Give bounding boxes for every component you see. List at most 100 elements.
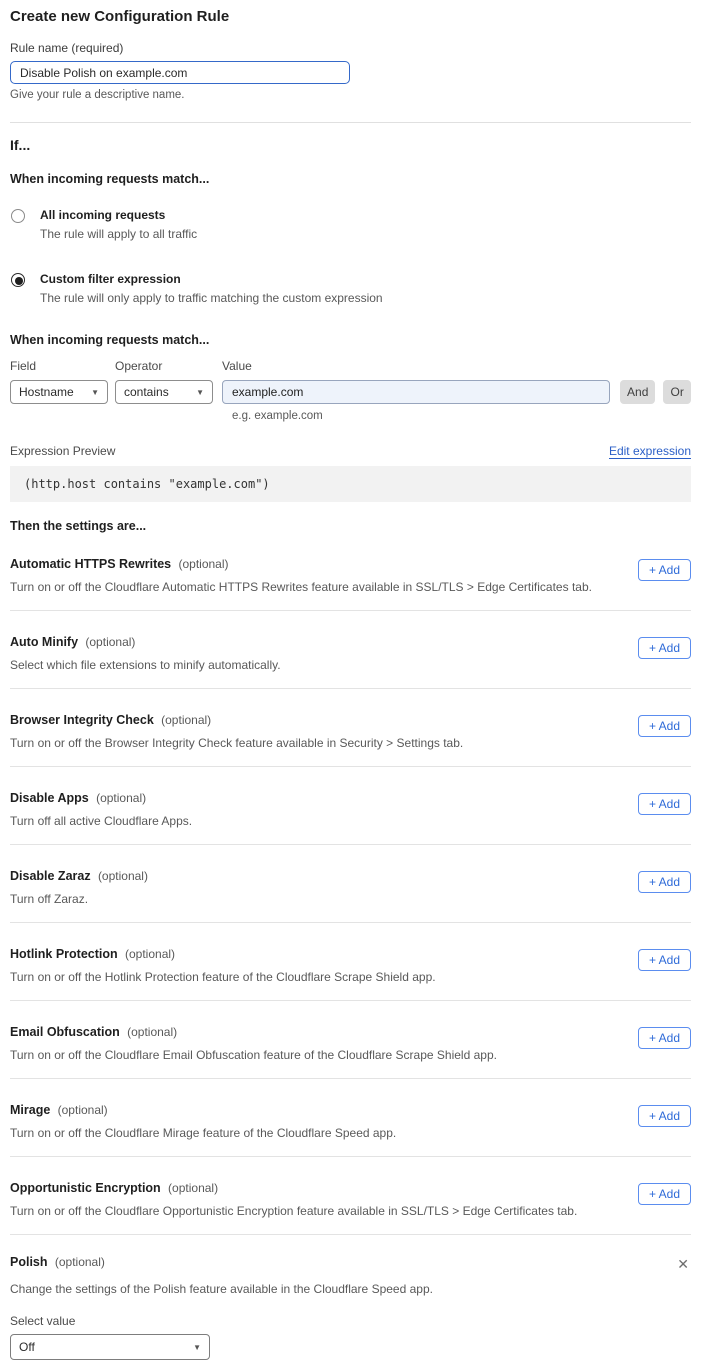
operator-label: Operator — [115, 359, 213, 373]
setting-main: Browser Integrity Check (optional) Turn … — [10, 713, 463, 750]
setting-name: Automatic HTTPS Rewrites — [10, 557, 171, 571]
value-label: Value — [222, 359, 610, 373]
add-setting-button[interactable]: + Add — [638, 637, 691, 659]
value-helper: e.g. example.com — [232, 410, 691, 422]
value-input[interactable] — [222, 380, 610, 404]
setting-main: Mirage (optional) Turn on or off the Clo… — [10, 1103, 396, 1140]
setting-row: Opportunistic Encryption (optional) Turn… — [10, 1157, 691, 1235]
setting-optional-label: (optional) — [178, 557, 228, 571]
setting-name: Hotlink Protection — [10, 947, 118, 961]
setting-main: Auto Minify (optional) Select which file… — [10, 635, 281, 672]
setting-row: Disable Zaraz (optional) Turn off Zaraz.… — [10, 845, 691, 923]
setting-optional-label: (optional) — [98, 869, 148, 883]
select-value-label: Select value — [10, 1314, 691, 1328]
setting-row: Auto Minify (optional) Select which file… — [10, 611, 691, 689]
radio-option[interactable]: All incoming requests The rule will appl… — [10, 198, 691, 250]
if-heading: If... — [10, 137, 691, 153]
setting-title-line: Disable Apps (optional) — [10, 791, 192, 805]
close-icon[interactable]: ✕ — [675, 1255, 691, 1273]
page-title: Create new Configuration Rule — [10, 8, 691, 25]
add-setting-button[interactable]: + Add — [638, 793, 691, 815]
builder-heading: When incoming requests match... — [10, 333, 691, 347]
setting-optional-label: (optional) — [58, 1103, 108, 1117]
polish-value-select[interactable]: Off ▼ — [10, 1334, 210, 1360]
setting-description: Turn on or off the Cloudflare Opportunis… — [10, 1204, 577, 1218]
setting-optional-label: (optional) — [168, 1181, 218, 1195]
setting-name: Auto Minify — [10, 635, 78, 649]
rule-name-input[interactable] — [10, 61, 350, 84]
and-button[interactable]: And — [620, 380, 655, 404]
expression-preview-code: (http.host contains "example.com") — [10, 466, 691, 502]
expression-builder: When incoming requests match... Field Ho… — [10, 333, 691, 422]
polish-header: Polish (optional) ✕ — [10, 1255, 691, 1273]
add-setting-button[interactable]: + Add — [638, 1027, 691, 1049]
then-settings-heading: Then the settings are... — [10, 519, 691, 533]
add-setting-button[interactable]: + Add — [638, 559, 691, 581]
setting-name: Polish — [10, 1255, 48, 1269]
setting-main: Automatic HTTPS Rewrites (optional) Turn… — [10, 557, 592, 594]
rule-name-helper: Give your rule a descriptive name. — [10, 89, 691, 101]
setting-title-line: Hotlink Protection (optional) — [10, 947, 436, 961]
chevron-down-icon: ▼ — [193, 1343, 201, 1352]
or-button[interactable]: Or — [663, 380, 691, 404]
divider — [10, 122, 691, 123]
setting-row: Hotlink Protection (optional) Turn on or… — [10, 923, 691, 1001]
setting-title-line: Automatic HTTPS Rewrites (optional) — [10, 557, 592, 571]
setting-row: Automatic HTTPS Rewrites (optional) Turn… — [10, 533, 691, 611]
radio-option-label: All incoming requests — [40, 208, 197, 222]
setting-main: Email Obfuscation (optional) Turn on or … — [10, 1025, 497, 1062]
builder-row: Field Hostname ▼ Operator contains ▼ Val… — [10, 359, 691, 404]
add-setting-button[interactable]: + Add — [638, 871, 691, 893]
setting-description: Turn on or off the Browser Integrity Che… — [10, 736, 463, 750]
value-column: Value — [222, 359, 610, 404]
add-setting-button[interactable]: + Add — [638, 1183, 691, 1205]
setting-row: Disable Apps (optional) Turn off all act… — [10, 767, 691, 845]
radio-texts: Custom filter expression The rule will o… — [40, 272, 383, 305]
operator-column: Operator contains ▼ — [115, 359, 213, 404]
setting-description: Turn on or off the Cloudflare Email Obfu… — [10, 1048, 497, 1062]
chevron-down-icon: ▼ — [196, 388, 204, 397]
setting-title-line: Disable Zaraz (optional) — [10, 869, 148, 883]
setting-name: Mirage — [10, 1103, 50, 1117]
field-select-value: Hostname — [19, 385, 74, 399]
add-setting-button[interactable]: + Add — [638, 1105, 691, 1127]
setting-description: Turn on or off the Cloudflare Mirage fea… — [10, 1126, 396, 1140]
setting-name: Disable Zaraz — [10, 869, 91, 883]
setting-title-line: Opportunistic Encryption (optional) — [10, 1181, 577, 1195]
polish-description: Change the settings of the Polish featur… — [10, 1282, 691, 1296]
setting-title-line: Email Obfuscation (optional) — [10, 1025, 497, 1039]
setting-name: Opportunistic Encryption — [10, 1181, 161, 1195]
setting-description: Select which file extensions to minify a… — [10, 658, 281, 672]
setting-name: Browser Integrity Check — [10, 713, 154, 727]
setting-optional-label: (optional) — [85, 635, 135, 649]
setting-title-line: Auto Minify (optional) — [10, 635, 281, 649]
field-column: Field Hostname ▼ — [10, 359, 108, 404]
incoming-requests-radio-group: All incoming requests The rule will appl… — [10, 198, 691, 314]
add-setting-button[interactable]: + Add — [638, 715, 691, 737]
radio-button-icon[interactable] — [11, 209, 25, 223]
radio-option-description: The rule will apply to all traffic — [40, 227, 197, 241]
field-select[interactable]: Hostname ▼ — [10, 380, 108, 404]
setting-main: Disable Apps (optional) Turn off all act… — [10, 791, 192, 828]
settings-list: Automatic HTTPS Rewrites (optional) Turn… — [10, 533, 691, 1235]
setting-main: Opportunistic Encryption (optional) Turn… — [10, 1181, 577, 1218]
rule-name-block: Rule name (required) Give your rule a de… — [10, 41, 691, 101]
setting-row: Browser Integrity Check (optional) Turn … — [10, 689, 691, 767]
radio-option-label: Custom filter expression — [40, 272, 383, 286]
radio-option[interactable]: Custom filter expression The rule will o… — [10, 262, 691, 314]
setting-optional-label: (optional) — [55, 1255, 105, 1269]
radio-button-icon[interactable] — [11, 273, 25, 287]
operator-select[interactable]: contains ▼ — [115, 380, 213, 404]
add-setting-button[interactable]: + Add — [638, 949, 691, 971]
match-heading: When incoming requests match... — [10, 172, 691, 186]
setting-description: Turn off all active Cloudflare Apps. — [10, 814, 192, 828]
edit-expression-link[interactable]: Edit expression — [609, 444, 691, 459]
setting-row: Mirage (optional) Turn on or off the Clo… — [10, 1079, 691, 1157]
polish-select-value: Off — [19, 1340, 35, 1354]
expression-preview-header: Expression Preview Edit expression — [10, 444, 691, 459]
polish-title-line: Polish (optional) — [10, 1255, 105, 1269]
create-configuration-rule-page: Create new Configuration Rule Rule name … — [0, 0, 705, 1372]
rule-name-label: Rule name (required) — [10, 41, 691, 55]
setting-optional-label: (optional) — [96, 791, 146, 805]
radio-option-description: The rule will only apply to traffic matc… — [40, 291, 383, 305]
